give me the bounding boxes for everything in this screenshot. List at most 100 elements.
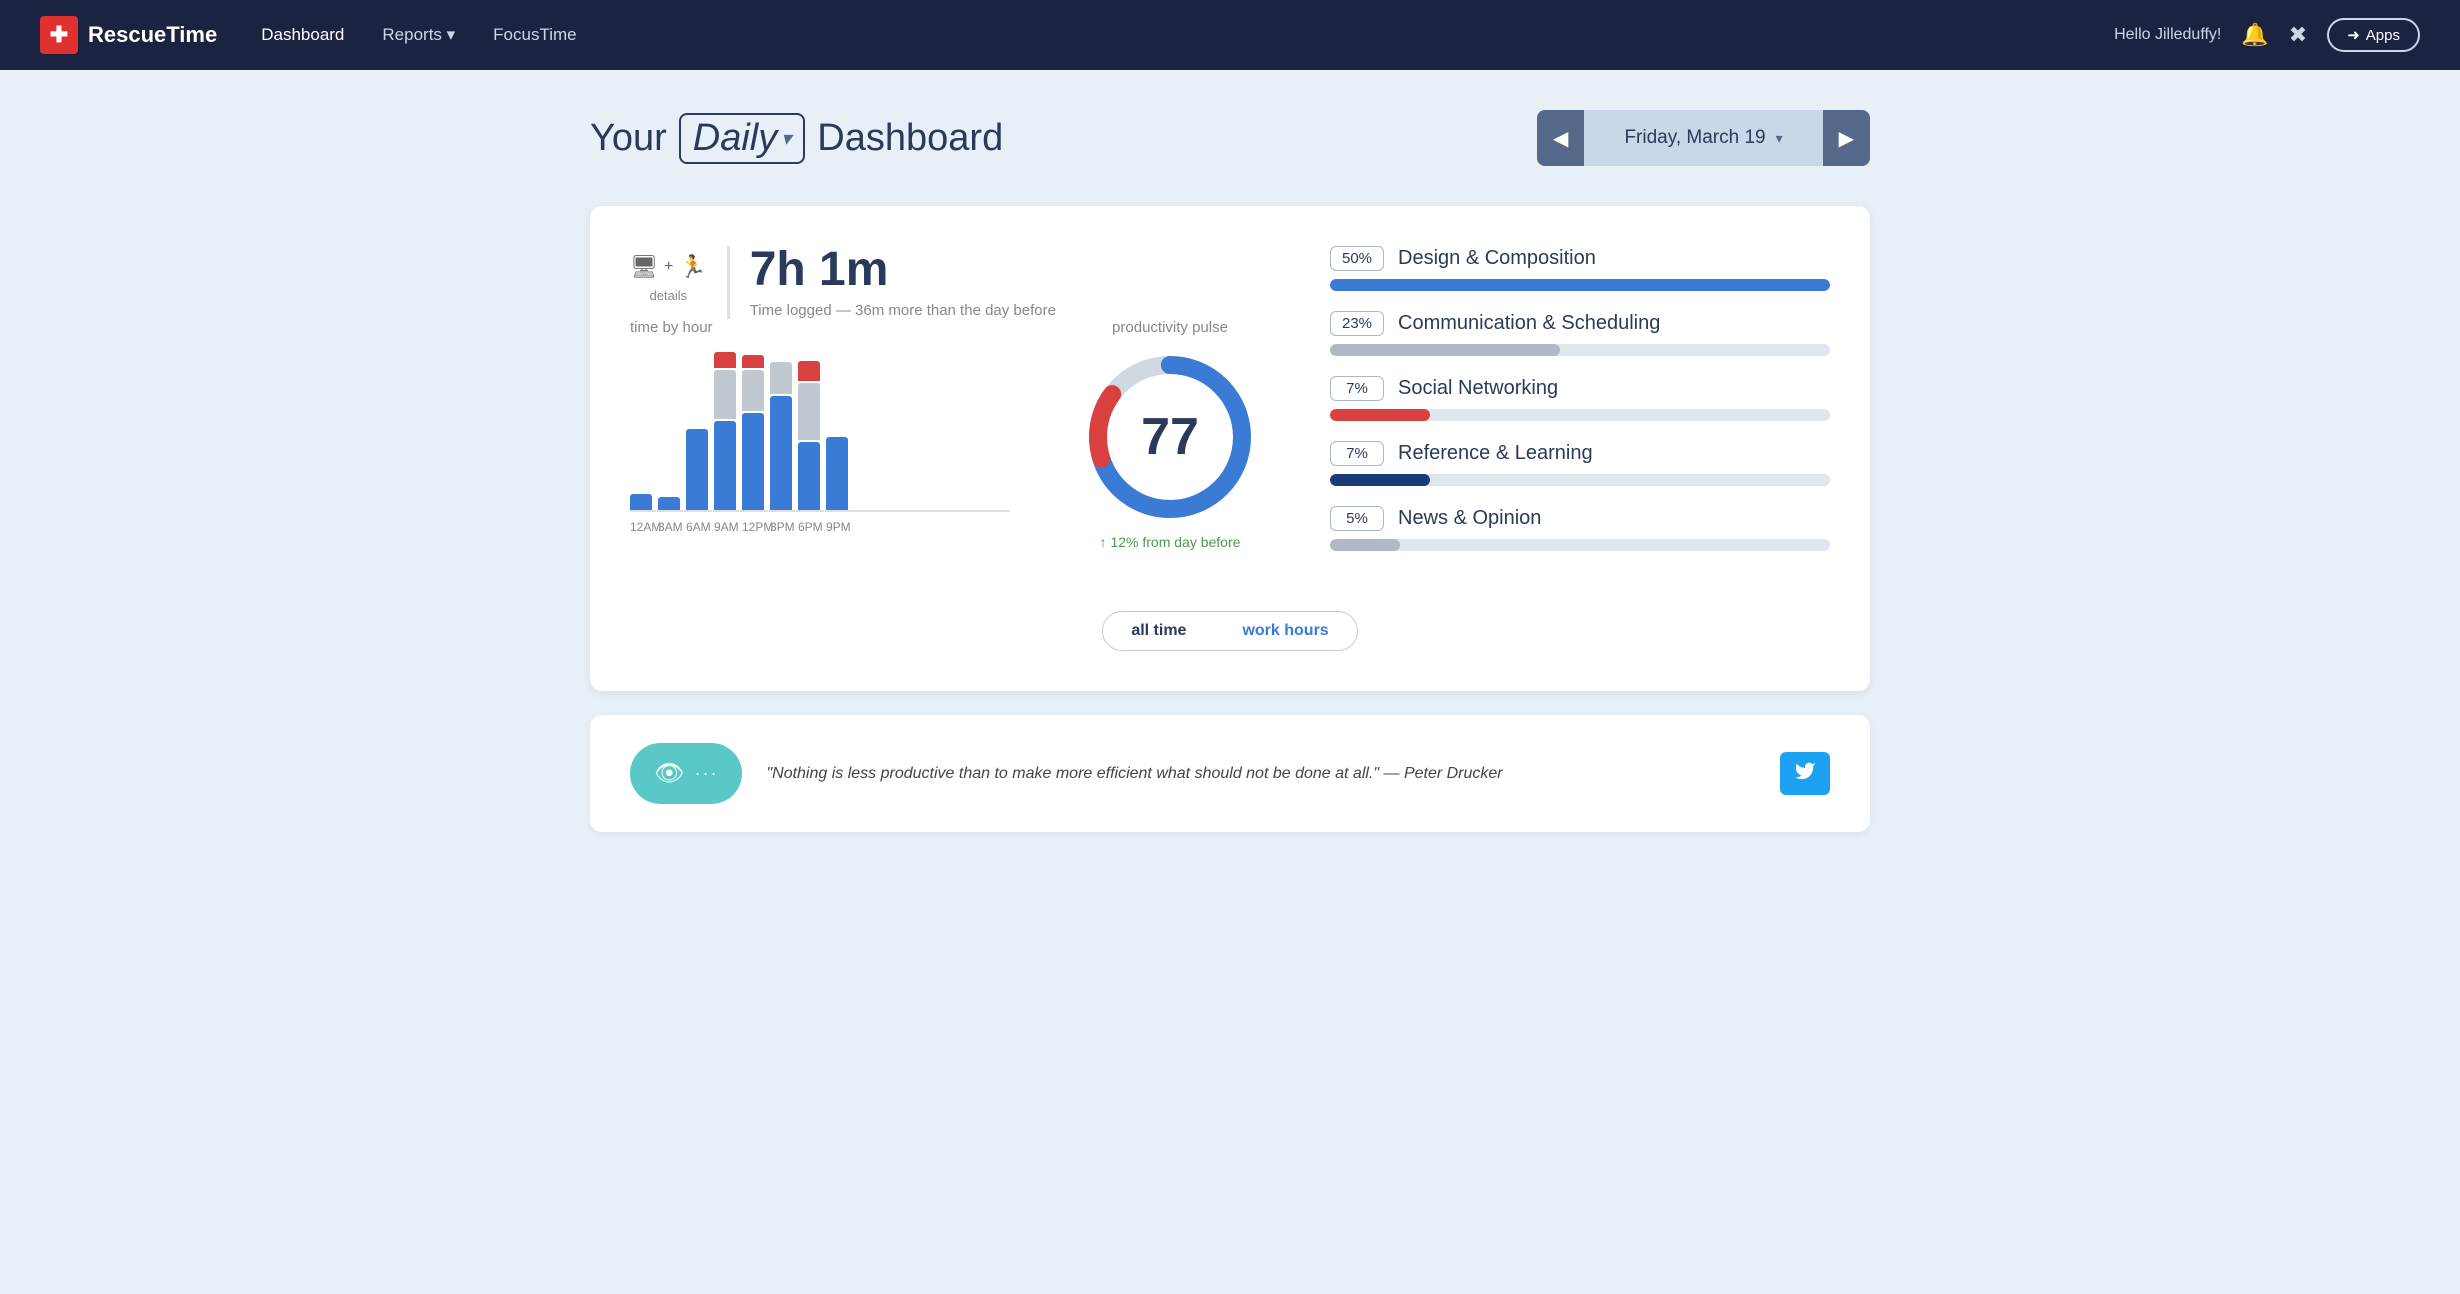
time-logged-section: 🖥 + 🏃 details 7h 1m Time logged — 36m mo… [630, 246, 1270, 319]
all-time-button[interactable]: all time [1103, 612, 1214, 650]
bell-icon[interactable]: 🔔 [2241, 22, 2268, 48]
bar-chart-label: time by hour [630, 319, 1010, 336]
date-nav: ◀ Friday, March 19 ▾ ▶ [1537, 110, 1870, 166]
bar-x-labels: 12AM 3AM 6AM 9AM 12PM 3PM 6PM 9PM [630, 520, 1010, 534]
nav-links: Dashboard Reports ▾ FocusTime [247, 17, 2084, 53]
bar-group-12AM [630, 494, 652, 510]
date-text: Friday, March 19 [1624, 127, 1765, 149]
wrench-icon[interactable]: ✖ [2289, 22, 2307, 48]
charts-section: time by hour 12AM3AM6AM9AM12PM3PM6PM9PM … [630, 319, 1270, 550]
page-title: Your Daily ▾ Dashboard [590, 113, 1003, 164]
logo-icon: ✚ [40, 16, 78, 54]
category-bar-track-1 [1330, 344, 1830, 356]
category-bar-track-3 [1330, 474, 1830, 486]
daily-badge[interactable]: Daily ▾ [679, 113, 806, 164]
header-row: Your Daily ▾ Dashboard ◀ Friday, March 1… [590, 110, 1870, 166]
date-display: Friday, March 19 ▾ [1584, 127, 1822, 149]
apps-label: Apps [2366, 27, 2400, 44]
toggle-section: all time work hours [630, 611, 1830, 651]
bar-label-3AM: 3AM [658, 520, 680, 534]
category-name-0: Design & Composition [1398, 247, 1596, 270]
apps-button[interactable]: ➜ Apps [2327, 18, 2420, 52]
laptop-icon: 🖥 [630, 254, 658, 280]
category-bar-fill-1 [1330, 344, 1560, 356]
category-row-4: 5% News & Opinion [1330, 506, 1830, 551]
category-pct-4: 5% [1330, 506, 1384, 531]
category-bar-track-4 [1330, 539, 1830, 551]
plus-icon: + [664, 258, 673, 276]
nav-right: Hello Jilleduffy! 🔔 ✖ ➜ Apps [2114, 18, 2420, 52]
bar-chart [630, 352, 1010, 512]
pulse-change: ↑ 12% from day before [1100, 534, 1241, 550]
navbar: ✚ RescueTime Dashboard Reports ▾ FocusTi… [0, 0, 2460, 70]
category-bar-fill-2 [1330, 409, 1430, 421]
pulse-number: 77 [1141, 407, 1199, 467]
pulse-circle: 77 [1085, 352, 1255, 522]
nav-greeting: Hello Jilleduffy! [2114, 26, 2221, 44]
category-bar-track-0 [1330, 279, 1830, 291]
nav-dashboard[interactable]: Dashboard [247, 17, 358, 53]
twitter-button[interactable] [1780, 752, 1830, 795]
categories-section: 50% Design & Composition 23% Communication … [1330, 246, 1830, 571]
category-bar-fill-3 [1330, 474, 1430, 486]
bar-group-6PM [798, 361, 820, 510]
runner-icon: 🏃 [679, 254, 706, 280]
nav-focustime[interactable]: FocusTime [479, 17, 590, 53]
category-name-4: News & Opinion [1398, 507, 1541, 530]
bar-chart-container: time by hour 12AM 3AM 6AM 9AM 12PM 3PM 6PM 9PM [630, 319, 1010, 534]
main-content: Your Daily ▾ Dashboard ◀ Friday, March 1… [530, 70, 1930, 872]
logo-text: RescueTime [88, 22, 217, 48]
eye-icon: 👁 [654, 759, 684, 788]
category-pct-2: 7% [1330, 376, 1384, 401]
device-icons: 🖥 + 🏃 details [630, 254, 707, 303]
category-row-3: 7% Reference & Learning [1330, 441, 1830, 486]
bar-group-3PM [770, 362, 792, 510]
bar-label-12PM: 12PM [742, 520, 764, 534]
bar-label-6AM: 6AM [686, 520, 708, 534]
big-time: 7h 1m [750, 246, 1056, 294]
bar-label-12AM: 12AM [630, 520, 652, 534]
eye-dots: ··· [694, 763, 718, 784]
category-row-1: 23% Communication & Scheduling [1330, 311, 1830, 356]
category-bar-track-2 [1330, 409, 1830, 421]
details-link[interactable]: details [650, 288, 688, 303]
device-icon-row: 🖥 + 🏃 [630, 254, 707, 280]
prev-date-button[interactable]: ◀ [1537, 110, 1584, 166]
bar-group-12PM [742, 355, 764, 510]
bar-label-3PM: 3PM [770, 520, 792, 534]
category-bar-fill-0 [1330, 279, 1830, 291]
category-pct-0: 50% [1330, 246, 1384, 271]
date-dropdown-icon: ▾ [1776, 130, 1783, 147]
category-row-0: 50% Design & Composition [1330, 246, 1830, 291]
bar-group-9AM [714, 352, 736, 510]
dashboard-label: Dashboard [817, 117, 1003, 160]
dashboard-card: 🖥 + 🏃 details 7h 1m Time logged — 36m mo… [590, 206, 1870, 691]
category-name-2: Social Networking [1398, 377, 1558, 400]
your-label: Your [590, 117, 667, 160]
quote-section: 👁 ··· "Nothing is less productive than t… [590, 715, 1870, 832]
daily-label: Daily [693, 117, 777, 160]
nav-reports[interactable]: Reports ▾ [368, 17, 469, 53]
bar-label-6PM: 6PM [798, 520, 820, 534]
left-section: 🖥 + 🏃 details 7h 1m Time logged — 36m mo… [630, 246, 1270, 571]
pulse-container: productivity pulse [1070, 319, 1270, 550]
top-section: 🖥 + 🏃 details 7h 1m Time logged — 36m mo… [630, 246, 1830, 571]
category-pct-3: 7% [1330, 441, 1384, 466]
bar-label-9PM: 9PM [826, 520, 848, 534]
bar-label-9AM: 9AM [714, 520, 736, 534]
work-hours-button[interactable]: work hours [1214, 612, 1356, 650]
quote-text: "Nothing is less productive than to make… [766, 765, 1756, 783]
category-pct-1: 23% [1330, 311, 1384, 336]
category-row-2: 7% Social Networking [1330, 376, 1830, 421]
next-date-button[interactable]: ▶ [1823, 110, 1870, 166]
category-bar-fill-4 [1330, 539, 1400, 551]
bar-group-9PM [826, 437, 848, 510]
daily-dropdown-icon: ▾ [781, 126, 791, 151]
focus-eye-button[interactable]: 👁 ··· [630, 743, 742, 804]
apps-arrow-icon: ➜ [2347, 26, 2360, 44]
logo[interactable]: ✚ RescueTime [40, 16, 217, 54]
bar-group-6AM [686, 429, 708, 510]
category-name-3: Reference & Learning [1398, 442, 1593, 465]
category-name-1: Communication & Scheduling [1398, 312, 1660, 335]
bar-group-3AM [658, 497, 680, 510]
